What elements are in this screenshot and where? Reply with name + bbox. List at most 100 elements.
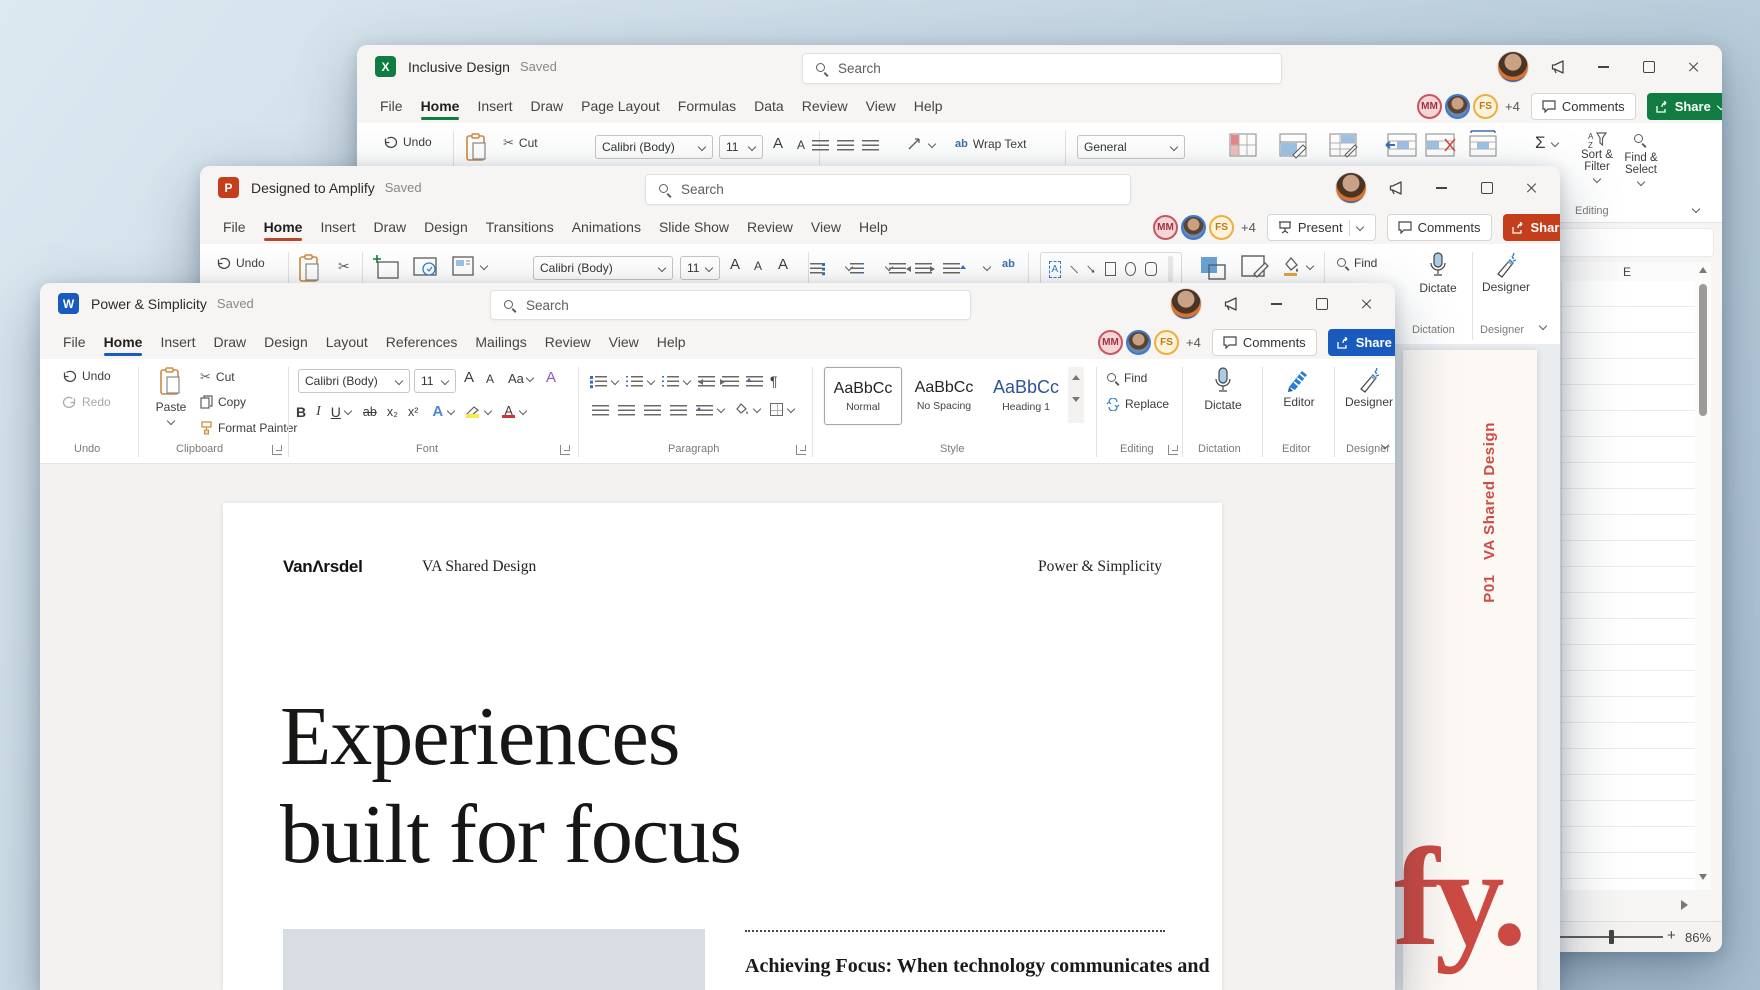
editing-dialog-launcher[interactable] — [1168, 445, 1178, 455]
word-maximize-button[interactable] — [1299, 288, 1344, 320]
shrink-font-icon[interactable]: A — [486, 372, 494, 386]
style-no-spacing[interactable]: AaBbCc No Spacing — [906, 367, 982, 423]
word-minimize-button[interactable] — [1254, 288, 1299, 320]
excel-tab-home[interactable]: Home — [412, 91, 469, 121]
find-select-button[interactable]: Find & Select — [1619, 131, 1663, 187]
shapes-scrollbar[interactable] — [1167, 256, 1174, 282]
bullets-button[interactable] — [590, 375, 619, 387]
excel-minimize-button[interactable] — [1581, 51, 1626, 83]
word-tab-draw[interactable]: Draw — [204, 327, 255, 357]
change-case-button[interactable]: Aa — [508, 371, 535, 386]
word-paste-button[interactable]: Paste — [148, 367, 194, 426]
word-font-size-select[interactable]: 11 — [414, 369, 456, 393]
multilevel-list-button[interactable] — [662, 375, 691, 387]
subscript-button[interactable]: x₂ — [387, 405, 398, 419]
excel-share-button[interactable]: Share — [1646, 93, 1722, 120]
reuse-slides-icon[interactable] — [412, 254, 440, 280]
delete-cells-icon[interactable] — [1425, 133, 1457, 159]
word-editor-button[interactable]: Editor — [1270, 367, 1328, 409]
conditional-formatting-icon[interactable] — [1229, 133, 1259, 159]
ppt-share-button[interactable]: Share — [1502, 214, 1560, 241]
ppt-paste-button[interactable] — [298, 254, 322, 284]
avatar-photo[interactable] — [1445, 94, 1470, 119]
underline-button[interactable]: U — [331, 404, 353, 420]
ppt-tab-transitions[interactable]: Transitions — [477, 212, 563, 242]
excel-tab-view[interactable]: View — [857, 91, 905, 121]
ppt-tab-help[interactable]: Help — [850, 212, 897, 242]
highlight-button[interactable] — [465, 405, 492, 418]
excel-megaphone-icon[interactable] — [1536, 51, 1581, 83]
word-tab-home[interactable]: Home — [95, 327, 152, 357]
word-tab-file[interactable]: File — [54, 327, 95, 357]
avatar-fs[interactable]: FS — [1154, 330, 1179, 355]
excel-paste-button[interactable] — [465, 133, 489, 163]
word-replace-button[interactable]: Replace — [1106, 397, 1169, 411]
shrink-font-icon[interactable]: A — [797, 138, 805, 152]
vscroll-thumb[interactable] — [1699, 284, 1707, 416]
zoom-in-button[interactable]: + — [1667, 927, 1676, 944]
sort-button[interactable] — [746, 375, 763, 387]
strikethrough-button[interactable]: ab — [363, 405, 377, 419]
word-cut-button[interactable]: ✂ Cut — [200, 369, 235, 385]
ppt-tab-file[interactable]: File — [214, 212, 255, 242]
excel-maximize-button[interactable] — [1626, 51, 1671, 83]
textbox-shape-icon[interactable]: A — [1049, 260, 1061, 278]
ppt-search-box[interactable] — [645, 174, 1131, 205]
word-tab-review[interactable]: Review — [536, 327, 600, 357]
excel-tab-draw[interactable]: Draw — [521, 91, 572, 121]
avatar-overflow[interactable]: +4 — [1505, 99, 1520, 114]
excel-font-size-select[interactable]: 11 — [719, 135, 763, 159]
round-rect-shape-icon[interactable] — [1145, 262, 1157, 276]
ppt-tab-draw[interactable]: Draw — [364, 212, 415, 242]
excel-font-name-select[interactable]: Calibri (Body) — [595, 135, 713, 159]
avatar-overflow[interactable]: +4 — [1186, 335, 1201, 350]
autosum-button[interactable]: Σ — [1535, 133, 1560, 153]
ppt-minimize-button[interactable] — [1419, 172, 1464, 204]
excel-comments-button[interactable]: Comments — [1530, 93, 1636, 120]
shapes-gallery[interactable]: A — [1040, 252, 1182, 286]
word-megaphone-icon[interactable] — [1209, 288, 1254, 320]
align-right-button[interactable] — [644, 404, 661, 416]
ppt-tab-insert[interactable]: Insert — [311, 212, 364, 242]
ppt-tab-review[interactable]: Review — [738, 212, 802, 242]
avatar-overflow[interactable]: +4 — [1241, 220, 1256, 235]
clipboard-dialog-launcher[interactable] — [272, 445, 282, 455]
ppt-undo-button[interactable]: Undo — [216, 256, 265, 270]
avatar-fs[interactable]: FS — [1473, 94, 1498, 119]
ppt-font-name-select[interactable]: Calibri (Body) — [533, 256, 673, 280]
line-spacing-button[interactable] — [696, 404, 725, 416]
scroll-down-icon[interactable] — [1699, 874, 1707, 884]
excel-tab-page-layout[interactable]: Page Layout — [572, 91, 669, 121]
quick-styles-icon[interactable] — [1240, 254, 1270, 282]
ppt-megaphone-icon[interactable] — [1374, 172, 1419, 204]
scissors-icon[interactable]: ✂ — [338, 258, 350, 275]
column-header-e[interactable]: E — [1623, 265, 1631, 279]
excel-tab-review[interactable]: Review — [793, 91, 857, 121]
arrange-icon[interactable] — [1198, 254, 1228, 282]
word-tab-help[interactable]: Help — [648, 327, 695, 357]
numbering-button[interactable] — [626, 375, 655, 387]
text-effects-button[interactable]: A — [432, 403, 455, 420]
shading-button[interactable] — [734, 403, 761, 416]
excel-tab-file[interactable]: File — [371, 91, 412, 121]
excel-tab-data[interactable]: Data — [745, 91, 793, 121]
text-direction-icon[interactable]: ab — [1002, 258, 1015, 270]
ppt-designer-button[interactable]: Designer — [1476, 252, 1536, 294]
paragraph-dialog-launcher[interactable] — [796, 445, 806, 455]
excel-tab-insert[interactable]: Insert — [468, 91, 521, 121]
style-heading-1[interactable]: AaBbCc Heading 1 — [988, 367, 1064, 423]
avatar-fs[interactable]: FS — [1209, 215, 1234, 240]
word-close-button[interactable] — [1344, 288, 1389, 320]
excel-wrap-text-button[interactable]: ab Wrap Text — [955, 137, 1026, 151]
word-undo-button[interactable]: Undo — [62, 369, 111, 383]
ppt-find-button[interactable]: Find — [1336, 256, 1377, 270]
rect-shape-icon[interactable] — [1104, 262, 1117, 276]
avatar-mm[interactable]: MM — [1098, 330, 1123, 355]
document-heading[interactable]: Experiences built for focus — [280, 688, 742, 884]
orientation-button[interactable] — [907, 137, 936, 151]
word-designer-button[interactable]: Designer — [1338, 367, 1395, 409]
zoom-level[interactable]: 86% — [1685, 930, 1711, 945]
sort-filter-button[interactable]: AZ Sort & Filter — [1575, 131, 1619, 184]
slide-display-text[interactable]: fy. — [1393, 828, 1527, 968]
clear-format-icon[interactable]: A — [778, 256, 788, 273]
